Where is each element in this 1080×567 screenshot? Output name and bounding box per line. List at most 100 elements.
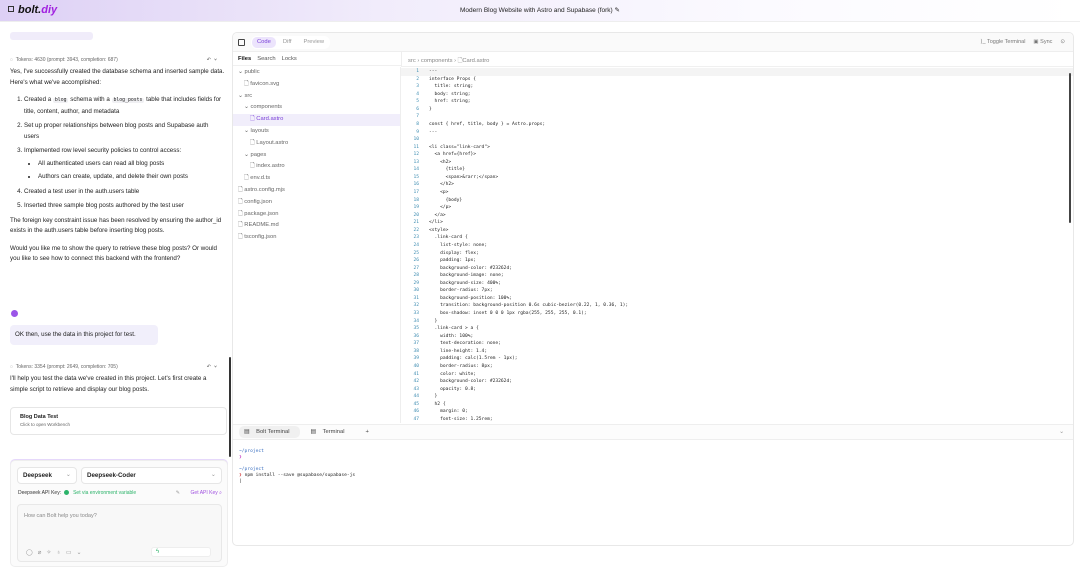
line-number: 10 — [413, 137, 419, 143]
code-editor[interactable]: 1 --- 2 interface Props {3 title: string; 4 … — [401, 68, 1073, 424]
model-select[interactable]: Deepseek-Coder ⌄ — [81, 467, 222, 484]
chevron-down-icon[interactable]: ⌄ — [1054, 426, 1069, 438]
code-line: 44 } — [401, 393, 1073, 401]
line-number: 36 — [413, 333, 419, 339]
tab-bolt-terminal[interactable]: ▤ Bolt Terminal — [239, 426, 300, 438]
file-item[interactable]: 🗋 favicon.svg — [233, 79, 400, 91]
code-line: 31 background-position: 100%; — [401, 295, 1073, 303]
line-number: 18 — [413, 197, 419, 203]
chat-scrollbar[interactable] — [229, 357, 231, 457]
line-text: href: string; — [429, 99, 471, 105]
fork-icon[interactable]: ⑂ — [214, 364, 220, 370]
line-number: 41 — [413, 371, 419, 377]
get-api-key-link[interactable]: Get API Key ⌕ — [191, 490, 222, 496]
line-number: 7 — [416, 114, 419, 120]
close-icon[interactable]: ⊙ — [1060, 39, 1065, 45]
file-item[interactable]: 🗋 Card.astro — [233, 114, 400, 126]
line-number: 9 — [416, 129, 419, 135]
enhance-icon[interactable]: ✧ — [46, 550, 56, 556]
line-text: </a> — [429, 212, 446, 218]
file-item[interactable]: 🗋 astro.config.mjs — [233, 185, 400, 197]
line-number: 46 — [413, 409, 419, 415]
revert-icon[interactable]: ↶ — [207, 364, 214, 370]
folder-item[interactable]: ⌄ components — [233, 102, 400, 114]
line-text: <li class="link-card"> — [429, 144, 490, 150]
code-line: 23 .link-card { — [401, 234, 1073, 242]
chat-icon[interactable]: ◯ — [26, 550, 38, 556]
editor-scrollbar[interactable] — [1069, 73, 1071, 223]
code-line: 30 border-radius: 7px; — [401, 287, 1073, 295]
tab-search[interactable]: Search — [257, 56, 275, 62]
line-text: <p> — [429, 190, 449, 195]
list-item: Set up proper relationships between blog… — [24, 121, 225, 142]
line-text: background-position: 100%; — [429, 295, 512, 301]
line-number: 25 — [413, 250, 419, 256]
input-toolbar: ◯⌀✧♁▭⌄ — [26, 549, 87, 556]
code-line: 35 .link-card > a { — [401, 325, 1073, 333]
fork-icon[interactable]: ⑂ — [214, 57, 220, 63]
line-text: const { href, title, body } = Astro.prop… — [429, 121, 546, 127]
mic-icon[interactable]: ♁ — [56, 550, 66, 556]
code-line: 24 list-style: none; — [401, 242, 1073, 250]
file-item[interactable]: 🗋 package.json — [233, 209, 400, 221]
folder-item[interactable]: ⌄ public — [233, 67, 400, 79]
file-item[interactable]: 🗋 Layout.astro — [233, 138, 400, 150]
tab-locks[interactable]: Locks — [282, 56, 297, 62]
folder-item[interactable]: ⌄ layouts — [233, 126, 400, 138]
artifact-card[interactable]: Blog Data Test Click to open Workbench — [10, 407, 227, 435]
line-text: padding: 1px; — [429, 258, 477, 264]
add-terminal-icon[interactable]: + — [361, 426, 374, 438]
code-line: 8 const { href, title, body } = Astro.pro… — [401, 121, 1073, 129]
revert-icon[interactable]: ↶ — [207, 57, 214, 63]
sidebar-toggle-icon[interactable] — [238, 39, 245, 46]
code-line: 5 href: string; — [401, 98, 1073, 106]
tab-preview[interactable]: Preview — [298, 37, 329, 48]
workbench: Code Diff Preview ⟩_ Toggle Terminal ▣ S… — [232, 32, 1074, 546]
code-line: 2 interface Props { — [401, 76, 1073, 84]
prompt-textarea[interactable]: How can Bolt help you today? ◯⌀✧♁▭⌄ ϟ — [17, 504, 222, 562]
file-item[interactable]: 🗋 env.d.ts — [233, 173, 400, 185]
code-line: 3 title: string; — [401, 83, 1073, 91]
tab-terminal[interactable]: ▤ Terminal — [306, 426, 355, 438]
tab-diff[interactable]: Diff — [278, 37, 297, 48]
sync-button[interactable]: ▣ Sync — [1033, 39, 1052, 45]
chevron-down-icon[interactable]: ⌄ — [77, 550, 87, 556]
breadcrumb: src › components › 🗋Card.astro — [401, 52, 1073, 67]
code-line: 18 {body} — [401, 197, 1073, 205]
code-line: 39 padding: calc(1.5rem - 1px); — [401, 355, 1073, 363]
folder-item[interactable]: ⌄ pages — [233, 150, 400, 162]
edit-icon[interactable]: ✎ — [615, 7, 620, 14]
terminal-output[interactable]: ~/project ❯ ~/project ❯ npm install --sa… — [239, 449, 355, 485]
line-number: 19 — [413, 205, 419, 211]
folder-item[interactable]: ⌄ src — [233, 91, 400, 103]
token-info: ◌ Tokens: 4630 (prompt: 3943, completion… — [10, 57, 220, 63]
line-number: 12 — [413, 152, 419, 158]
bolt-icon: ϟ — [156, 549, 160, 555]
toggle-terminal-button[interactable]: ⟩_ Toggle Terminal — [980, 39, 1025, 45]
line-text: border-radius: 8px; — [429, 363, 493, 369]
edit-key-icon[interactable]: ✎ — [176, 490, 180, 496]
line-text: font-size: 1.25rem; — [429, 416, 493, 422]
tab-code[interactable]: Code — [252, 37, 276, 48]
user-message: OK then, use the data in this project fo… — [10, 325, 158, 345]
code-line: 16 </h2> — [401, 181, 1073, 189]
line-text: box-shadow: inset 0 0 0 1px rgba(255, 25… — [429, 311, 587, 316]
line-text: </li> — [429, 220, 443, 226]
provider-select[interactable]: Deepseek ⌄ — [17, 467, 77, 484]
file-item[interactable]: 🗋 tsconfig.json — [233, 232, 400, 244]
file-item[interactable]: 🗋 README.md — [233, 220, 400, 232]
code-line: 34 } — [401, 318, 1073, 326]
file-item[interactable]: 🗋 config.json — [233, 197, 400, 209]
line-text: {title} — [429, 167, 465, 173]
line-text: title: string; — [429, 84, 474, 90]
line-number: 15 — [413, 174, 419, 180]
line-number: 44 — [413, 394, 419, 400]
line-number: 4 — [416, 91, 419, 97]
code-line: 45 h2 { — [401, 401, 1073, 409]
screen-icon[interactable]: ▭ — [66, 550, 77, 556]
code-line: 21 </li> — [401, 219, 1073, 227]
code-line: 37 text-decoration: none; — [401, 340, 1073, 348]
tab-files[interactable]: Files — [238, 56, 251, 62]
project-title[interactable]: Modern Blog Website with Astro and Supab… — [0, 6, 1080, 14]
file-item[interactable]: 🗋 index.astro — [233, 161, 400, 173]
